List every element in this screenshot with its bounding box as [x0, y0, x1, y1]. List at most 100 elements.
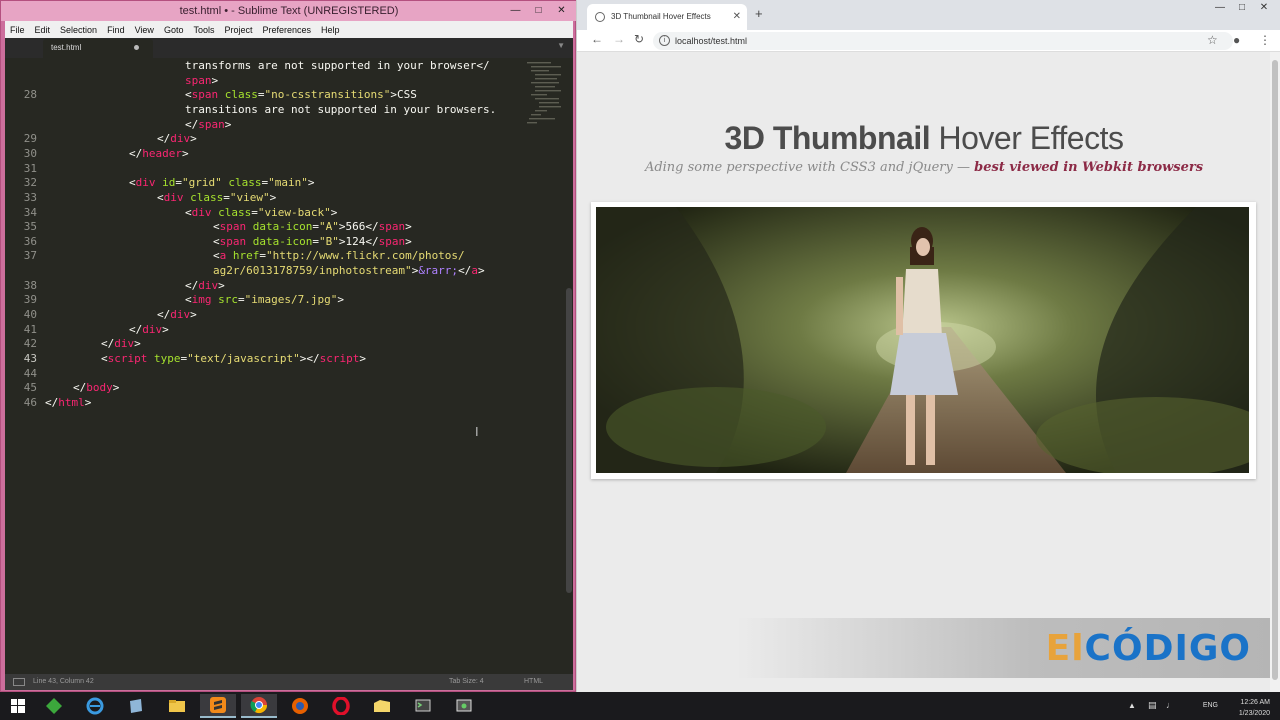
address-bar[interactable]: i localhost/test.html	[653, 32, 1233, 50]
menu-item-project[interactable]: Project	[219, 25, 257, 35]
bookmark-star-icon[interactable]: ☆	[1207, 33, 1218, 47]
taskbar-app-10[interactable]	[405, 694, 441, 718]
unsaved-dot-icon[interactable]	[134, 45, 139, 50]
browser-maximize-icon[interactable]: □	[1231, 2, 1253, 13]
close-tab-icon[interactable]: ✕	[733, 4, 741, 30]
code-token: >	[134, 337, 141, 351]
code-line[interactable]: ag2r/6013178759/inphotostream" > &rarr;</a…	[213, 263, 485, 278]
line-number: 39	[23, 293, 37, 307]
code-token: </	[101, 337, 115, 351]
menu-item-help[interactable]: Help	[316, 25, 345, 35]
menu-item-find[interactable]: Find	[102, 25, 130, 35]
taskbar-app-3[interactable]	[118, 694, 154, 718]
clock[interactable]: 12:26 AM 1/23/2020	[1210, 697, 1270, 719]
tab-dropdown-icon[interactable]: ▼	[557, 41, 565, 50]
code-token: data-icon	[246, 234, 313, 248]
code-line[interactable]: </div>	[185, 278, 225, 293]
code-token: <	[185, 88, 192, 102]
code-line[interactable]: <div class="view-back">	[185, 205, 337, 220]
minimize-icon[interactable]: —	[504, 3, 527, 18]
code-line[interactable]: </html>	[45, 395, 91, 410]
maximize-icon[interactable]: □	[527, 3, 550, 18]
volume-icon[interactable]: ♩	[1166, 700, 1175, 710]
code-line[interactable]: transforms are not supported in your bro…	[185, 58, 490, 73]
code-line[interactable]: </div>	[157, 131, 197, 146]
code-line[interactable]: <span data-icon="A">566</span>	[213, 219, 412, 234]
page-scroll-thumb[interactable]	[1272, 60, 1278, 680]
code-line[interactable]: </header>	[129, 146, 189, 161]
menu-item-tools[interactable]: Tools	[188, 25, 219, 35]
profile-icon[interactable]: ●	[1233, 33, 1240, 47]
info-icon[interactable]: i	[659, 35, 670, 46]
code-line[interactable]: span>	[185, 73, 218, 88]
subtitle-emphasis: best viewed in Webkit browsers	[974, 160, 1204, 175]
code-token: ag2r/6013178759/inphotostream"	[213, 264, 412, 278]
code-token: </	[129, 322, 143, 336]
code-line[interactable]: </div>	[129, 322, 169, 337]
page-scrollbar[interactable]	[1270, 52, 1280, 692]
reload-icon[interactable]: ↻	[634, 32, 644, 46]
code-editor[interactable]: 28 29 30 31 32 33 34 35 36 37 38 39 40 41 42 43 44 45 46 t…	[5, 58, 573, 674]
browser-close-icon[interactable]: ✕	[1253, 2, 1275, 13]
code-token: class	[211, 205, 252, 219]
taskbar-app-9[interactable]	[364, 694, 400, 718]
tab-size[interactable]: Tab Size: 4	[449, 674, 484, 690]
code-line[interactable]: </div>	[101, 336, 141, 351]
window-title: test.html • - Sublime Text (UNREGISTERED…	[179, 5, 399, 17]
new-tab-icon[interactable]: +	[755, 6, 763, 21]
tab-test-html[interactable]: test.html	[43, 39, 153, 58]
blue-pad-icon	[130, 699, 142, 713]
status-bar: Line 43, Column 42 Tab Size: 4 HTML	[5, 674, 573, 690]
line-number: 40	[23, 308, 37, 322]
back-icon[interactable]: ←	[591, 32, 603, 46]
code-line[interactable]: </div>	[157, 307, 197, 322]
tray-arrow-icon[interactable]: ▲	[1128, 701, 1136, 710]
code-line[interactable]: <a href="http://www.flickr.com/photos/	[213, 248, 465, 263]
folder-icon	[169, 700, 185, 712]
menu-item-edit[interactable]: Edit	[30, 25, 56, 35]
menu-item-view[interactable]: View	[130, 25, 159, 35]
code-token: div	[170, 132, 191, 146]
code-line[interactable]: <img src="images/7.jpg">	[185, 292, 344, 307]
editor-scrollbar[interactable]	[566, 288, 572, 593]
code-line[interactable]: <script type="text/javascript"></script>	[101, 351, 366, 366]
browser-minimize-icon[interactable]: —	[1209, 2, 1231, 13]
code-token: >	[359, 352, 366, 365]
code-line[interactable]: <span data-icon="B">124</span>	[213, 234, 412, 249]
browser-tab[interactable]: 3D Thumbnail Hover Effects ✕	[587, 4, 747, 30]
network-icon[interactable]: ▤	[1148, 700, 1157, 711]
menu-item-file[interactable]: File	[5, 25, 30, 35]
code-line[interactable]: </body>	[73, 380, 119, 395]
code-token: div	[135, 176, 156, 190]
panel-toggle-icon[interactable]	[13, 678, 25, 686]
minimap[interactable]	[525, 58, 565, 148]
menu-item-goto[interactable]: Goto	[159, 25, 189, 35]
forward-icon[interactable]: →	[613, 32, 625, 46]
title-light: Hover Effects	[938, 120, 1124, 156]
thumbnail-frame[interactable]	[591, 202, 1256, 479]
menu-kebab-icon[interactable]: ⋮	[1259, 33, 1271, 47]
taskbar-explorer[interactable]	[159, 694, 195, 718]
taskbar-app-11[interactable]	[446, 694, 482, 718]
code-line[interactable]: <div class="view">	[157, 190, 276, 205]
code-line[interactable]: transitions are not supported in your br…	[185, 102, 496, 117]
code-area[interactable]: transforms are not supported in your bro…	[45, 58, 513, 674]
code-line[interactable]: <span class="no-csstransitions">CSS	[185, 87, 417, 102]
code-token: =	[312, 234, 319, 248]
menu-item-selection[interactable]: Selection	[55, 25, 102, 35]
browser-tabstrip: 3D Thumbnail Hover Effects ✕ + — □ ✕	[577, 0, 1280, 30]
menu-item-preferences[interactable]: Preferences	[257, 25, 316, 35]
taskbar-firefox[interactable]	[282, 694, 318, 718]
taskbar-sublime[interactable]	[200, 694, 236, 718]
close-icon[interactable]: ✕	[550, 3, 573, 18]
taskbar-ie[interactable]	[77, 694, 113, 718]
start-button[interactable]	[0, 694, 36, 718]
taskbar-app-1[interactable]	[36, 694, 72, 718]
syntax-language[interactable]: HTML	[524, 674, 543, 690]
code-line[interactable]: <div id="grid" class="main">	[129, 175, 315, 190]
code-token: >	[307, 176, 315, 190]
taskbar-opera[interactable]	[323, 694, 359, 718]
code-line[interactable]: </span>	[185, 117, 231, 132]
forest-path-photo[interactable]	[596, 207, 1249, 473]
taskbar-chrome[interactable]	[241, 694, 277, 718]
